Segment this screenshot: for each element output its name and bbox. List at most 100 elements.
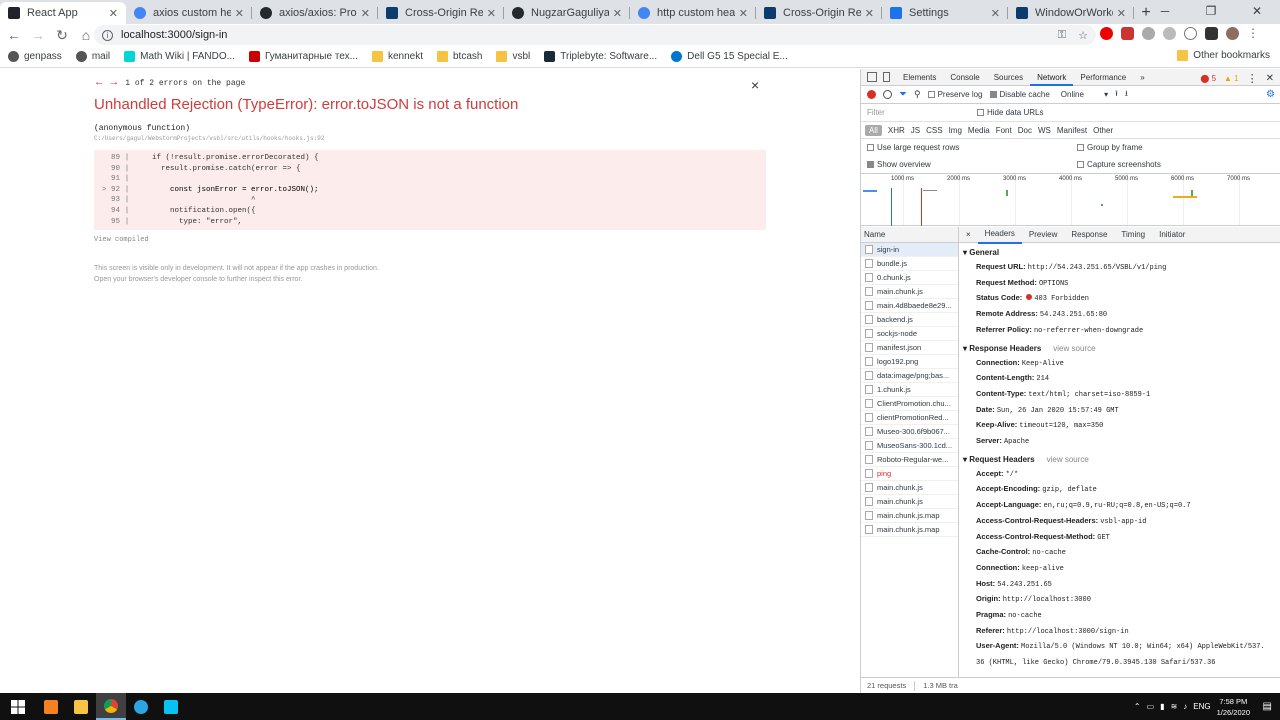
grey-extension-icon[interactable] bbox=[1142, 27, 1155, 40]
tab-sources[interactable]: Sources bbox=[987, 69, 1030, 86]
filter-media[interactable]: Media bbox=[968, 126, 990, 135]
minimize-button[interactable]: ─ bbox=[1142, 0, 1188, 22]
preserve-log-checkbox[interactable]: Preserve log bbox=[927, 90, 983, 99]
request-row[interactable]: sockjs-node bbox=[861, 327, 958, 341]
view-compiled-link[interactable]: View compiled bbox=[94, 236, 149, 244]
menu-icon[interactable]: ⋮ bbox=[1247, 27, 1259, 40]
back-icon[interactable]: ← bbox=[2, 27, 26, 43]
tab-close-icon[interactable]: ✕ bbox=[865, 7, 874, 20]
error-count-badge[interactable]: ⬤ 5 bbox=[1200, 74, 1216, 83]
browser-tab[interactable]: WindowOrWorkerGlob ✕ bbox=[1008, 2, 1134, 24]
prev-error-button[interactable]: ← bbox=[96, 77, 103, 89]
bookmark-item[interactable]: mail bbox=[75, 51, 110, 62]
tab-close-icon[interactable]: ✕ bbox=[487, 7, 496, 20]
filter-js[interactable]: JS bbox=[911, 126, 920, 135]
tab-network[interactable]: Network bbox=[1030, 69, 1074, 86]
bookmark-item[interactable]: btcash bbox=[437, 51, 482, 62]
wifi-icon[interactable]: ≋ bbox=[1171, 702, 1178, 711]
request-row[interactable]: ClientPromotion.chu... bbox=[861, 397, 958, 411]
request-row[interactable]: bundle.js bbox=[861, 257, 958, 271]
bookmark-item[interactable]: vsbl bbox=[496, 51, 530, 62]
group-by-frame-checkbox[interactable]: Group by frame bbox=[1077, 143, 1143, 152]
browser-tab[interactable]: React App ✕ bbox=[0, 2, 126, 24]
webstorm-icon[interactable] bbox=[156, 693, 186, 720]
tab-elements[interactable]: Elements bbox=[896, 69, 943, 86]
sublime-text-icon[interactable] bbox=[36, 693, 66, 720]
filter-manifest[interactable]: Manifest bbox=[1057, 126, 1087, 135]
detail-tab-preview[interactable]: Preview bbox=[1022, 227, 1064, 243]
tab-[interactable]: » bbox=[1133, 69, 1151, 86]
browser-tab[interactable]: http custom headers - ✕ bbox=[630, 2, 756, 24]
filter-icon[interactable]: ⏷ bbox=[899, 89, 907, 100]
record-icon[interactable] bbox=[867, 90, 876, 99]
request-row[interactable]: Roboto-Regular-we... bbox=[861, 453, 958, 467]
tab-close-icon[interactable]: ✕ bbox=[361, 7, 370, 20]
filter-css[interactable]: CSS bbox=[926, 126, 942, 135]
request-row[interactable]: main.chunk.js.map bbox=[861, 523, 958, 537]
dark-extension-icon[interactable] bbox=[1205, 27, 1218, 40]
request-row[interactable]: manifest.json bbox=[861, 341, 958, 355]
request-row[interactable]: 0.chunk.js bbox=[861, 271, 958, 285]
request-row[interactable]: main.4d8baede8e29... bbox=[861, 299, 958, 313]
request-row[interactable]: 1.chunk.js bbox=[861, 383, 958, 397]
close-details-icon[interactable]: × bbox=[959, 227, 978, 243]
browser-tab[interactable]: Settings ✕ bbox=[882, 2, 1008, 24]
download-icon[interactable]: ⭳ bbox=[1125, 88, 1128, 102]
warning-count-badge[interactable]: ▲ 1 bbox=[1224, 74, 1239, 83]
browser-tab[interactable]: Cross-Origin Resource ✕ bbox=[378, 2, 504, 24]
tab-close-icon[interactable]: ✕ bbox=[235, 7, 244, 20]
close-window-button[interactable]: ✕ bbox=[1234, 0, 1280, 22]
tray-chevron-icon[interactable]: ⌃ bbox=[1134, 702, 1141, 711]
other-bookmarks[interactable]: Other bookmarks bbox=[1177, 50, 1270, 61]
browser-tab[interactable]: axios/axios: Promise ba ✕ bbox=[252, 2, 378, 24]
filter-doc[interactable]: Doc bbox=[1018, 126, 1032, 135]
view-source-link[interactable]: view source bbox=[1047, 455, 1089, 464]
circle-extension-icon[interactable] bbox=[1184, 27, 1197, 40]
large-rows-checkbox[interactable]: Use large request rows bbox=[867, 143, 959, 152]
filter-other[interactable]: Other bbox=[1093, 126, 1113, 135]
forward-icon[interactable]: → bbox=[26, 27, 50, 43]
filter-font[interactable]: Font bbox=[996, 126, 1012, 135]
upload-icon[interactable]: ⭱ bbox=[1115, 88, 1118, 102]
grey-extension-icon[interactable] bbox=[1163, 27, 1176, 40]
bookmark-item[interactable]: genpass bbox=[8, 51, 62, 62]
search-icon[interactable]: ⚲ bbox=[914, 89, 921, 100]
url-text[interactable]: localhost:3000/sign-in bbox=[121, 29, 227, 41]
battery-icon[interactable]: ▮ bbox=[1160, 702, 1164, 711]
request-row[interactable]: sign-in bbox=[861, 243, 958, 257]
filter-img[interactable]: Img bbox=[949, 126, 962, 135]
address-bar[interactable]: i localhost:3000/sign-in ⚿ ☆ bbox=[94, 25, 1096, 45]
tab-close-icon[interactable]: ✕ bbox=[739, 7, 748, 20]
filter-input[interactable]: Filter bbox=[867, 106, 977, 120]
browser-tab[interactable]: Cross-Origin Resource ✕ bbox=[756, 2, 882, 24]
reload-icon[interactable]: ↻ bbox=[50, 27, 74, 44]
detail-tab-initiator[interactable]: Initiator bbox=[1152, 227, 1192, 243]
disable-cache-checkbox[interactable]: Disable cache bbox=[989, 90, 1050, 99]
detail-tab-timing[interactable]: Timing bbox=[1114, 227, 1152, 243]
tab-performance[interactable]: Performance bbox=[1073, 69, 1133, 86]
tab-close-icon[interactable]: ✕ bbox=[991, 7, 1000, 20]
detail-tab-response[interactable]: Response bbox=[1064, 227, 1114, 243]
throttle-select[interactable]: Online ▾ bbox=[1061, 90, 1108, 99]
tab-close-icon[interactable]: ✕ bbox=[1117, 7, 1126, 20]
response-headers-section[interactable]: ▾ Response Headers view source bbox=[959, 341, 1280, 356]
profile-avatar-icon[interactable] bbox=[1226, 27, 1239, 40]
notifications-icon[interactable]: ▤ bbox=[1263, 701, 1272, 712]
network-overview[interactable]: 1000 ms 2000 ms 3000 ms 4000 ms 5000 ms 6000 … bbox=[861, 173, 1280, 226]
detail-tab-headers[interactable]: Headers bbox=[977, 226, 1022, 244]
tab-console[interactable]: Console bbox=[943, 69, 986, 86]
request-row[interactable]: ping bbox=[861, 467, 958, 481]
request-row[interactable]: logo192.png bbox=[861, 355, 958, 369]
request-row[interactable]: main.chunk.js bbox=[861, 495, 958, 509]
maximize-button[interactable]: ❐ bbox=[1188, 0, 1234, 22]
file-explorer-icon[interactable] bbox=[66, 693, 96, 720]
request-headers-section[interactable]: ▾ Request Headers view source bbox=[959, 452, 1280, 467]
bookmark-item[interactable]: Dell G5 15 Special E... bbox=[671, 51, 788, 62]
bookmark-item[interactable]: kennekt bbox=[371, 51, 423, 62]
info-icon[interactable]: i bbox=[102, 29, 113, 41]
overlay-close-button[interactable]: × bbox=[751, 77, 759, 93]
bookmark-star-icon[interactable]: ☆ bbox=[1078, 29, 1088, 42]
request-row[interactable]: clientPromotionRed... bbox=[861, 411, 958, 425]
opera-extension-icon[interactable] bbox=[1100, 27, 1113, 40]
settings-gear-icon[interactable]: ⚙ bbox=[1266, 89, 1275, 100]
